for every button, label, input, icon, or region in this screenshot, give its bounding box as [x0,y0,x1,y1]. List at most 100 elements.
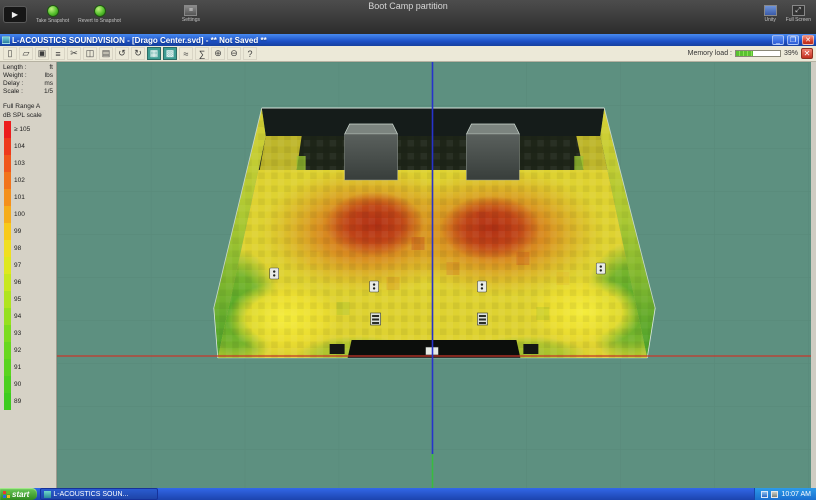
spl-scale-value: 92 [14,347,22,354]
spl-scale-swatch [4,274,11,291]
spl-scale-swatch [4,138,11,155]
spl-scale-swatch [4,325,11,342]
paste-icon[interactable]: ▤ [99,47,113,60]
spl-scale-value: 97 [14,262,22,269]
memory-load-label: Memory load : [687,50,732,57]
new-file-icon[interactable]: ▯ [3,47,17,60]
spl-scale-swatch [4,393,11,410]
screen: Boot Camp partition ▶ Take Snapshot Reve… [0,0,816,500]
spl-scale-row: 89 [0,393,56,410]
spl-scale-row: 92 [0,342,56,359]
speaker-array-right[interactable] [595,262,606,275]
left-info-panel: Length : ft Weight : lbs Delay : ms Scale : 1/5… [0,62,57,488]
spl-scale-value: 96 [14,279,22,286]
windows-flag-icon [3,490,10,498]
room-view-icon[interactable]: ▩ [163,47,177,60]
memory-load-value: 39% [783,50,798,57]
preset-label: Full Range A [3,103,41,110]
speaker-array-left[interactable] [269,267,280,280]
start-button[interactable]: start [0,488,38,500]
spl-scale-swatch [4,359,11,376]
info-row: Weight : lbs [0,72,56,80]
open-file-icon[interactable]: ▱ [19,47,33,60]
zoom-out-icon[interactable]: ⊖ [227,47,241,60]
spl-scale-row: 95 [0,291,56,308]
print-icon[interactable]: ≡ [51,47,65,60]
memory-load-bar [734,50,781,57]
sum-icon[interactable]: ∑ [195,47,209,60]
redo-icon[interactable]: ↻ [131,47,145,60]
mapping-view-icon[interactable]: ▦ [147,47,161,60]
spl-scale-value: ≥ 105 [14,126,31,133]
speaker-array-center-right[interactable] [476,280,487,293]
spl-scale-value: 99 [14,228,22,235]
info-label: Length : [3,64,27,71]
spl-scale-swatch [4,155,11,172]
zoom-in-icon[interactable]: ⊕ [211,47,225,60]
spl-scale-value: 90 [14,381,22,388]
vm-fullscreen-button[interactable]: ⤢ Full Screen [786,5,811,23]
spl-scale-row: 91 [0,359,56,376]
minimize-button[interactable]: _ [772,35,784,45]
memory-load-indicator: Memory load : 39% ✕ [688,48,813,59]
chart-icon[interactable]: ≈ [179,47,193,60]
vm-revert-snapshot-button[interactable]: Revert to Snapshot [78,5,121,24]
soundvision-app-icon [44,490,52,498]
settings-icon: ≡ [184,5,198,16]
vm-play-button[interactable]: ▶ [3,6,27,23]
taskbar-item-soundvision[interactable]: L-ACOUSTICS SOUN... [40,488,159,500]
vm-take-snapshot-button[interactable]: Take Snapshot [36,5,69,24]
vm-settings-button[interactable]: ≡ Settings [182,5,200,23]
undo-icon[interactable]: ↺ [115,47,129,60]
revert-snapshot-icon [93,5,106,17]
spl-scale-row: ≥ 105 [0,121,56,138]
maximize-button[interactable]: ❐ [787,35,799,45]
volume-tray-icon[interactable] [771,490,779,498]
info-value: lbs [44,72,53,79]
info-label: Weight : [3,72,27,79]
info-label: Delay : [3,80,24,87]
scoreboard-structure-left [344,123,399,181]
spl-scale-value: 91 [14,364,22,371]
info-row: Delay : ms [0,80,56,88]
taskbar: start L-ACOUSTICS SOUN... 10:07 AM [0,488,816,500]
subwoofer-stack-right[interactable] [476,312,488,326]
close-button[interactable]: ✕ [802,35,814,45]
spl-scale-row: 103 [0,155,56,172]
viewport-container [57,62,811,488]
copy-icon[interactable]: ◫ [83,47,97,60]
toolbar-icons: ▯ ▱ ▣ ≡ ✂ ◫ ▤ ↺ ↻ ▦ ▩ ≈ ∑ ⊕ ⊖? [3,47,257,60]
cut-icon[interactable]: ✂ [67,47,81,60]
info-value: ft [49,64,53,71]
spl-scale-row: 94 [0,308,56,325]
spl-mapping-viewport[interactable] [57,62,811,488]
unit-info-block: Length : ft Weight : lbs Delay : ms Scale : 1/5 [0,64,56,96]
spl-scale-row: 98 [0,240,56,257]
content-area: Length : ft Weight : lbs Delay : ms Scale : 1/5… [0,62,816,488]
app-title: L-ACOUSTICS SOUNDVISION - [Drago Center.… [12,35,267,45]
spl-scale-row: 97 [0,257,56,274]
spl-scale-swatch [4,342,11,359]
save-icon[interactable]: ▣ [35,47,49,60]
system-tray: 10:07 AM [754,488,816,500]
spl-scale-row: 90 [0,376,56,393]
spl-scale-value: 100 [14,211,25,218]
app-titlebar[interactable]: L-ACOUSTICS SOUNDVISION - [Drago Center.… [0,34,816,46]
network-tray-icon[interactable] [761,490,769,498]
spl-scale-row: 99 [0,223,56,240]
spl-scale-row: 100 [0,206,56,223]
speaker-array-center-left[interactable] [369,280,380,293]
vm-unity-button[interactable]: Unity [763,5,777,23]
help-icon[interactable]: ? [243,47,257,60]
spl-scale-row: 93 [0,325,56,342]
spl-scale-swatch [4,206,11,223]
subwoofer-stack-left[interactable] [370,312,382,326]
scoreboard-structure-right [465,123,520,181]
clock[interactable]: 10:07 AM [781,491,811,498]
info-label: Scale : [3,88,23,95]
app-icon [2,36,10,44]
document-close-icon[interactable]: ✕ [801,48,813,59]
info-value: 1/5 [43,88,53,95]
spl-scale-swatch [4,223,11,240]
spl-scale-value: 89 [14,398,22,405]
